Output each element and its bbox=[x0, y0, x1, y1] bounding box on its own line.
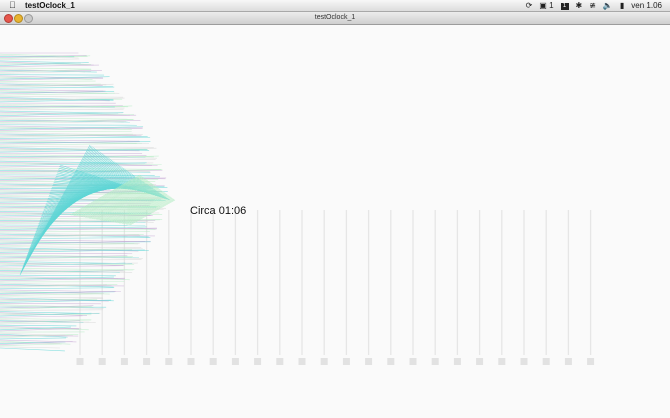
column-marker bbox=[542, 358, 550, 365]
datetime[interactable]: ven 1.06 bbox=[631, 0, 662, 11]
hatch-line bbox=[0, 86, 115, 89]
hatch-line bbox=[0, 287, 115, 290]
app-name-menu[interactable]: testOclock_1 bbox=[25, 0, 75, 11]
hatch-line bbox=[0, 296, 103, 299]
hatch-line bbox=[0, 346, 61, 349]
column-marker bbox=[453, 358, 461, 365]
column-marker bbox=[520, 358, 528, 365]
volume-icon[interactable]: 🔈 bbox=[603, 0, 613, 11]
hatch-line bbox=[0, 114, 137, 118]
column-marker bbox=[476, 358, 484, 365]
monitor-icon[interactable]: ▣ 1 bbox=[539, 0, 553, 11]
hatch-line bbox=[0, 259, 142, 261]
hatch-line bbox=[0, 267, 135, 271]
hatch-line bbox=[0, 309, 103, 311]
column-marker bbox=[76, 358, 84, 365]
status-count: 1 bbox=[549, 1, 554, 10]
column-marker bbox=[365, 358, 373, 365]
hatch-line bbox=[0, 324, 77, 327]
sketch-canvas[interactable]: Circa 01:06 bbox=[0, 25, 670, 418]
hatch-line bbox=[0, 224, 146, 226]
hatch-line bbox=[0, 67, 92, 70]
column-marker bbox=[387, 358, 395, 365]
black-square-icon[interactable]: 1 bbox=[560, 3, 569, 10]
status-area: ⟳ ▣ 1 1 ✱ ≇ 🔈 ▮ ven 1.06 bbox=[526, 0, 662, 11]
time-machine-icon[interactable]: ⟳ bbox=[526, 0, 533, 11]
hatch-line bbox=[0, 274, 116, 277]
column-marker bbox=[298, 358, 306, 365]
column-marker bbox=[209, 358, 217, 365]
hatch-line bbox=[0, 58, 80, 61]
hatch-line bbox=[0, 124, 137, 126]
column-marker bbox=[187, 358, 195, 365]
hatch-line bbox=[0, 299, 112, 303]
column-marker bbox=[231, 358, 239, 365]
hatch-line bbox=[0, 347, 65, 352]
battery-icon[interactable]: ▮ bbox=[620, 0, 624, 11]
hatch-line bbox=[0, 237, 151, 239]
hatch-line bbox=[0, 108, 124, 111]
column-marker bbox=[165, 358, 173, 365]
hatch-line bbox=[0, 159, 156, 161]
hatch-line bbox=[0, 136, 151, 139]
clock-label: Circa 01:06 bbox=[190, 205, 247, 217]
column-marker bbox=[320, 358, 328, 365]
column-marker bbox=[98, 358, 106, 365]
apple-icon[interactable]:  bbox=[9, 0, 16, 11]
column-marker bbox=[409, 358, 417, 365]
window-title: testOclock_1 bbox=[314, 14, 356, 21]
column-marker bbox=[143, 358, 151, 365]
window-title-bar[interactable]: testOclock_1 bbox=[0, 12, 670, 25]
column-marker bbox=[431, 358, 439, 365]
hatch-line bbox=[0, 117, 135, 120]
column-marker bbox=[564, 358, 572, 365]
column-marker bbox=[276, 358, 284, 365]
hatch-line bbox=[0, 337, 67, 340]
hatch-line bbox=[0, 265, 124, 268]
hatch-line bbox=[0, 246, 142, 248]
column-marker bbox=[587, 358, 595, 365]
column-marker bbox=[498, 358, 506, 365]
column-marker bbox=[254, 358, 262, 365]
hatch-line bbox=[0, 315, 83, 318]
column-marker bbox=[342, 358, 350, 365]
hatch-line bbox=[0, 146, 154, 148]
menu-bar:  testOclock_1 ⟳ ▣ 1 1 ✱ ≇ 🔈 ▮ ven 1.06 bbox=[0, 0, 670, 12]
hatch-line bbox=[0, 95, 124, 98]
generative-art bbox=[0, 52, 595, 365]
column-marker bbox=[120, 358, 128, 365]
hatch-line bbox=[0, 121, 127, 124]
hatch-line bbox=[0, 70, 92, 74]
bluetooth-icon[interactable]: ✱ bbox=[576, 0, 583, 11]
wifi-icon[interactable]: ≇ bbox=[589, 0, 596, 11]
